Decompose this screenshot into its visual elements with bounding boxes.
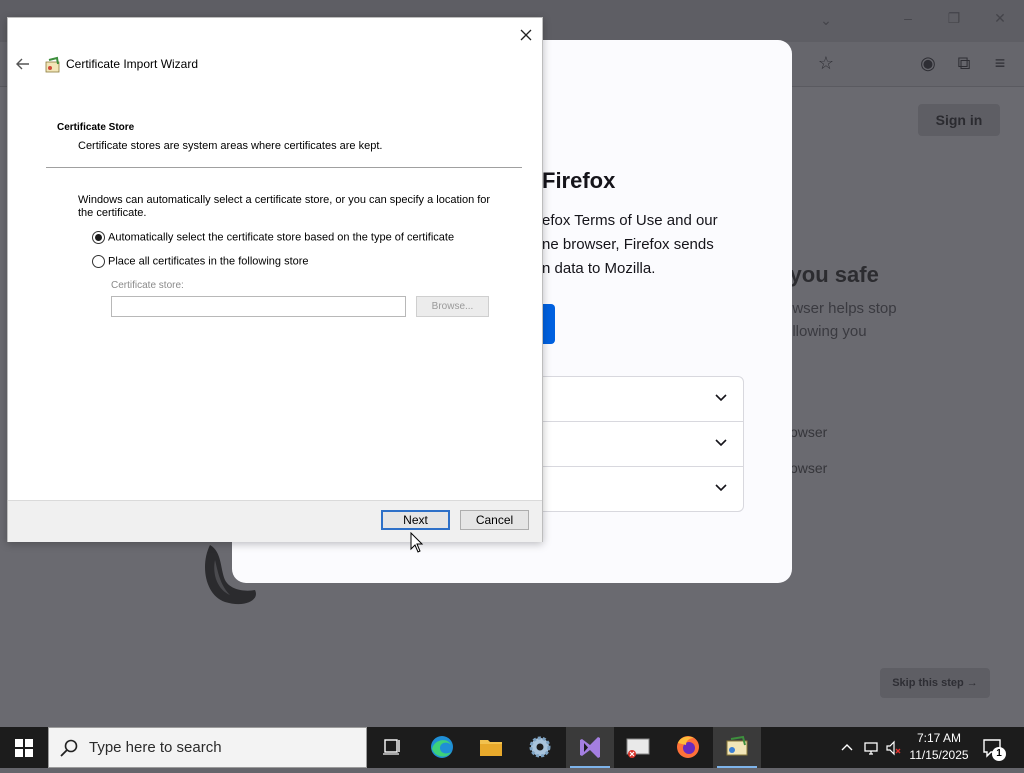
background-option-1: owser (790, 424, 828, 440)
minimize-icon[interactable]: – (898, 10, 918, 26)
firefox-icon[interactable] (664, 727, 712, 768)
chevron-down-icon (715, 439, 727, 447)
radio-button-unchecked[interactable] (92, 255, 105, 268)
privacy-text-line1: owser helps stop (784, 300, 897, 317)
task-view-icon[interactable] (368, 727, 416, 768)
visual-studio-icon (580, 737, 600, 758)
intro-text: Windows can automatically select a certi… (78, 194, 491, 219)
account-icon[interactable]: ◉ (916, 53, 940, 73)
radio-auto-label: Automatically select the certificate sto… (108, 231, 455, 244)
chevron-down-icon (715, 394, 727, 402)
network-monitor-icon[interactable] (614, 727, 662, 768)
edge-icon[interactable] (418, 727, 466, 768)
bookmark-star-icon[interactable]: ☆ (814, 53, 838, 73)
certificate-store-label: Certificate store: (111, 280, 184, 291)
cancel-button[interactable]: Cancel (460, 510, 529, 530)
certificate-icon (726, 735, 748, 756)
settings-gear-icon[interactable] (516, 727, 564, 768)
restore-icon[interactable]: ❐ (944, 10, 964, 27)
radio-button-checked[interactable] (92, 231, 105, 244)
accordion-row-1[interactable] (522, 377, 743, 422)
clock-time[interactable]: 7:17 AM (916, 731, 962, 745)
menu-hamburger-icon[interactable]: ≡ (988, 53, 1012, 73)
certificate-wizard-taskbar-item[interactable] (713, 727, 761, 768)
header-divider (46, 167, 522, 168)
clock-date[interactable]: 11/15/2025 (906, 748, 972, 762)
show-hidden-icons-chevron-up-icon[interactable] (838, 739, 856, 757)
accordion-row-3[interactable] (522, 467, 743, 511)
close-window-icon[interactable]: ✕ (990, 10, 1010, 27)
sign-in-button[interactable]: Sign in (918, 104, 1000, 136)
browse-button[interactable]: Browse... (416, 296, 489, 317)
onboarding-text-line2: ne browser, Firefox sends (542, 236, 714, 253)
radio-manual-label: Place all certificates in the following … (108, 255, 309, 268)
radio-place-in-store[interactable]: Place all certificates in the following … (92, 255, 309, 268)
taskbar-search-box[interactable]: Type here to search (48, 727, 367, 768)
wizard-title: Certificate Import Wizard (66, 57, 199, 71)
chevron-down-icon (715, 484, 727, 492)
search-placeholder: Type here to search (89, 739, 222, 756)
section-title: Certificate Store (57, 122, 135, 133)
back-arrow-icon[interactable] (14, 55, 32, 73)
section-description: Certificate stores are system areas wher… (78, 140, 383, 152)
notification-count-badge: 1 (992, 747, 1006, 761)
tab-list-chevron-icon[interactable]: ⌄ (816, 12, 836, 29)
onboarding-title: Firefox (542, 168, 616, 193)
radio-auto-select-store[interactable]: Automatically select the certificate sto… (92, 231, 454, 244)
skip-step-button[interactable]: Skip this step → (880, 668, 990, 698)
onboarding-text-line3: n data to Mozilla. (542, 260, 656, 277)
network-icon[interactable] (862, 739, 880, 757)
extensions-icon[interactable]: ⧉ (952, 53, 976, 73)
notification-center-button[interactable]: 1 (980, 735, 1006, 761)
mouse-cursor-icon (410, 532, 424, 553)
taskbar: Type here to search 7:17 AM 11/15/2025 1 (0, 727, 1024, 768)
file-explorer-icon[interactable] (467, 727, 515, 768)
privacy-text-line2: ollowing you (784, 323, 867, 340)
search-icon (60, 739, 78, 757)
close-icon[interactable] (515, 24, 537, 46)
accordion-row-2[interactable] (522, 422, 743, 467)
certificate-icon (45, 56, 60, 73)
volume-muted-icon[interactable] (884, 739, 902, 757)
background-option-2: owser (790, 460, 828, 476)
windows-start-icon[interactable] (0, 727, 48, 768)
certificate-store-input[interactable] (111, 296, 406, 317)
onboarding-text-line1: efox Terms of Use and our (542, 212, 718, 229)
certificate-import-wizard: Certificate Import Wizard Certificate St… (7, 17, 543, 553)
onboarding-accordion (522, 376, 744, 512)
visual-studio-taskbar-item[interactable] (566, 727, 614, 768)
next-button[interactable]: Next (381, 510, 450, 530)
